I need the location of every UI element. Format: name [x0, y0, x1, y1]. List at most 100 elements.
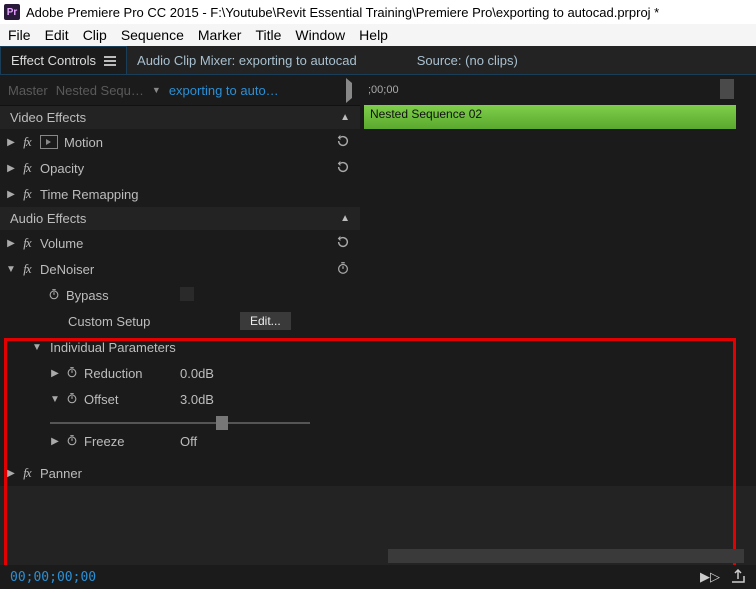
stopwatch-icon[interactable]: [48, 288, 60, 303]
stopwatch-icon[interactable]: [66, 392, 78, 407]
param-offset[interactable]: ▼ Offset 3.0dB: [0, 386, 360, 412]
fx-icon: fx: [18, 186, 40, 202]
expand-icon[interactable]: ▶: [4, 238, 18, 249]
param-bypass-label: Bypass: [66, 288, 109, 303]
timeline-scrollbar[interactable]: [388, 549, 744, 563]
param-freeze-label: Freeze: [84, 434, 124, 449]
effect-denoiser-group: ▼ fx DeNoiser Bypass Custom Setup Edit..…: [0, 256, 360, 460]
effect-time-remapping-label: Time Remapping: [40, 187, 139, 202]
export-icon[interactable]: [730, 569, 746, 586]
menu-clip[interactable]: Clip: [83, 27, 107, 43]
param-reduction-value[interactable]: 0.0dB: [180, 366, 214, 381]
app-icon: Pr: [4, 4, 20, 20]
effect-volume-label: Volume: [40, 236, 83, 251]
reset-timer-button[interactable]: [336, 261, 350, 278]
expand-icon[interactable]: ▶: [4, 468, 18, 479]
reset-button[interactable]: [336, 160, 350, 177]
collapse-icon[interactable]: ▼: [4, 264, 18, 275]
fx-icon: fx: [18, 261, 40, 277]
param-reduction[interactable]: ▶ Reduction 0.0dB: [0, 360, 360, 386]
motion-icon: [40, 135, 58, 149]
effect-denoiser-label: DeNoiser: [40, 262, 94, 277]
param-reduction-label: Reduction: [84, 366, 143, 381]
panel-menu-icon[interactable]: [104, 56, 116, 66]
expand-icon[interactable]: ▶: [48, 436, 62, 447]
param-custom-setup: Custom Setup Edit...: [0, 308, 360, 334]
menu-title[interactable]: Title: [255, 27, 281, 43]
effect-motion-label: Motion: [64, 135, 103, 150]
param-offset-value[interactable]: 3.0dB: [180, 392, 214, 407]
stopwatch-icon[interactable]: [66, 434, 78, 449]
effect-panner[interactable]: ▶ fx Panner: [0, 460, 360, 486]
menu-marker[interactable]: Marker: [198, 27, 242, 43]
menu-edit[interactable]: Edit: [45, 27, 69, 43]
collapse-icon[interactable]: ▲: [340, 213, 350, 224]
tab-effect-controls-label: Effect Controls: [11, 53, 96, 68]
menu-sequence[interactable]: Sequence: [121, 27, 184, 43]
timeline-start-label: ;00;00: [368, 84, 399, 96]
window-title: Adobe Premiere Pro CC 2015 - F:\Youtube\…: [26, 5, 659, 20]
timeline-ruler[interactable]: ;00;00: [360, 75, 756, 105]
play-loop-icon[interactable]: ▶▷: [700, 569, 720, 586]
stopwatch-icon[interactable]: [66, 366, 78, 381]
clip-bar[interactable]: Nested Sequence 02: [364, 105, 736, 129]
fx-icon: fx: [18, 465, 40, 481]
effect-motion[interactable]: ▶ fx Motion: [0, 129, 360, 155]
video-effects-label: Video Effects: [10, 110, 86, 125]
param-bypass[interactable]: Bypass: [0, 282, 360, 308]
bypass-checkbox[interactable]: [180, 287, 194, 301]
menu-help[interactable]: Help: [359, 27, 388, 43]
audio-effects-header[interactable]: Audio Effects ▲: [0, 207, 360, 230]
breadcrumb-nested: Nested Sequ…: [56, 83, 144, 98]
param-individual[interactable]: ▼ Individual Parameters: [0, 334, 360, 360]
effect-time-remapping[interactable]: ▶ fx Time Remapping: [0, 181, 360, 207]
app-icon-label: Pr: [7, 7, 18, 18]
offset-slider[interactable]: [0, 412, 360, 428]
collapse-icon[interactable]: ▲: [340, 112, 350, 123]
current-timecode[interactable]: 00;00;00;00: [10, 570, 96, 585]
reset-button[interactable]: [336, 235, 350, 252]
menu-window[interactable]: Window: [295, 27, 345, 43]
clip-name: Nested Sequence 02: [370, 107, 482, 121]
param-freeze[interactable]: ▶ Freeze Off: [0, 428, 360, 454]
fx-icon: fx: [18, 134, 40, 150]
audio-effects-label: Audio Effects: [10, 211, 86, 226]
nav-next-icon[interactable]: [346, 83, 352, 98]
reset-button[interactable]: [336, 134, 350, 151]
slider-track: [50, 422, 310, 424]
effect-opacity-label: Opacity: [40, 161, 84, 176]
custom-setup-edit-button[interactable]: Edit...: [240, 312, 291, 330]
dropdown-icon[interactable]: ▼: [152, 85, 161, 95]
effect-controls-panel: Master Nested Sequ… ▼ exporting to auto……: [0, 75, 360, 486]
fx-icon: fx: [18, 160, 40, 176]
clip-breadcrumb: Master Nested Sequ… ▼ exporting to auto…: [0, 75, 360, 106]
tab-audio-clip-mixer[interactable]: Audio Clip Mixer: exporting to autocad: [127, 46, 367, 74]
playhead[interactable]: [720, 79, 734, 99]
scrollbar-thumb[interactable]: [388, 549, 744, 563]
param-custom-setup-label: Custom Setup: [68, 314, 150, 329]
param-freeze-value[interactable]: Off: [180, 434, 197, 449]
video-effects-header[interactable]: Video Effects ▲: [0, 106, 360, 129]
collapse-icon[interactable]: ▼: [30, 342, 44, 353]
expand-icon[interactable]: ▶: [48, 368, 62, 379]
panel-tabs: Effect Controls Audio Clip Mixer: export…: [0, 46, 756, 75]
menu-file[interactable]: File: [8, 27, 31, 43]
menubar: File Edit Clip Sequence Marker Title Win…: [0, 24, 756, 46]
effect-panner-label: Panner: [40, 466, 82, 481]
effect-denoiser[interactable]: ▼ fx DeNoiser: [0, 256, 360, 282]
breadcrumb-master: Master: [8, 83, 48, 98]
tab-effect-controls[interactable]: Effect Controls: [0, 46, 127, 74]
effect-opacity[interactable]: ▶ fx Opacity: [0, 155, 360, 181]
expand-icon[interactable]: ▶: [4, 163, 18, 174]
expand-icon[interactable]: ▶: [4, 189, 18, 200]
effect-volume[interactable]: ▶ fx Volume: [0, 230, 360, 256]
effect-timeline: ;00;00 Nested Sequence 02: [360, 75, 756, 486]
breadcrumb-current[interactable]: exporting to auto…: [169, 83, 279, 98]
param-individual-label: Individual Parameters: [50, 340, 176, 355]
panel-footer: 00;00;00;00 ▶▷: [0, 565, 756, 589]
collapse-icon[interactable]: ▼: [48, 394, 62, 405]
param-offset-label: Offset: [84, 392, 118, 407]
fx-icon: fx: [18, 235, 40, 251]
tab-source[interactable]: Source: (no clips): [407, 46, 528, 74]
expand-icon[interactable]: ▶: [4, 137, 18, 148]
